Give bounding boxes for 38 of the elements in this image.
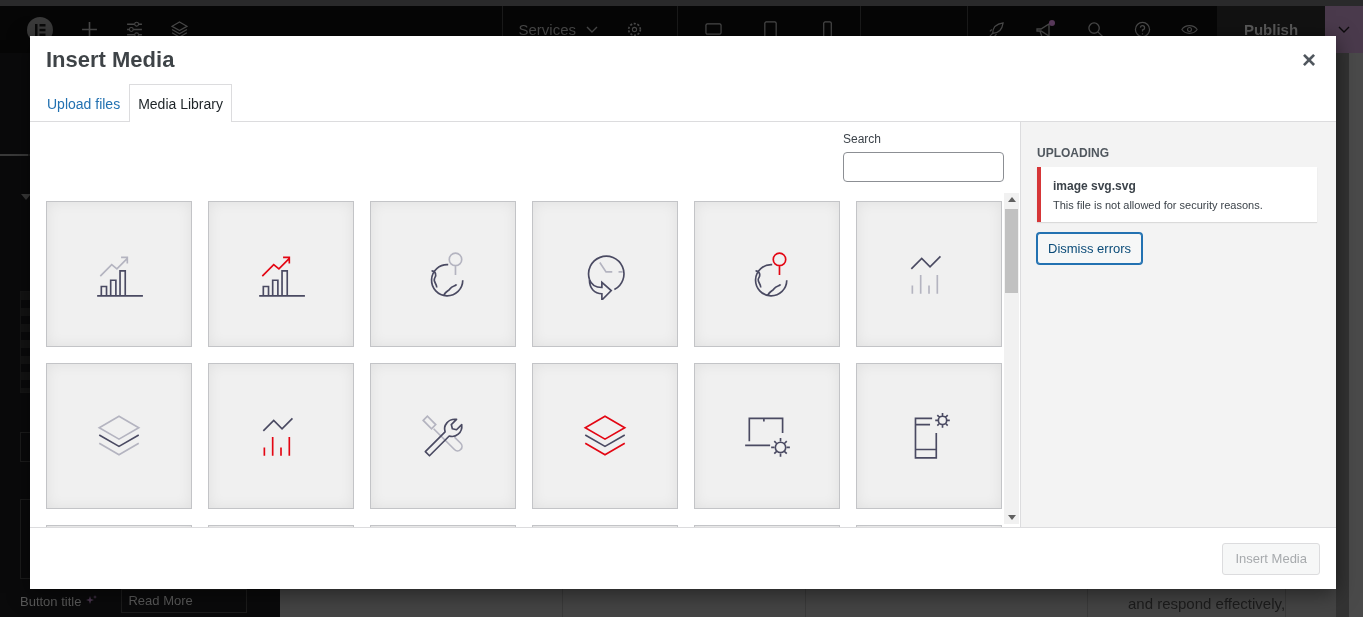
desktop-icon[interactable] (705, 21, 723, 38)
tab[interactable]: Media Library (129, 84, 232, 122)
search-field[interactable] (843, 152, 1004, 182)
search-icon[interactable] (1086, 21, 1104, 38)
file-name: image svg.svg (1053, 179, 1137, 193)
field-label: Button title (20, 593, 82, 609)
media-thumbnail[interactable] (370, 363, 516, 509)
layers-icon[interactable] (171, 21, 188, 38)
scroll-up-arrow-icon[interactable] (1007, 197, 1016, 202)
media-thumbnail[interactable] (208, 201, 354, 347)
caret-icon[interactable] (21, 194, 31, 200)
dialog-title: Insert Media (46, 47, 175, 73)
media-thumbnail[interactable] (694, 201, 840, 347)
plus-icon[interactable] (81, 21, 98, 38)
media-thumbnail[interactable] (694, 363, 840, 509)
error-message: This file is not allowed for security reasons. (1053, 199, 1264, 211)
media-thumbnail[interactable] (370, 201, 516, 347)
chevron-down-icon[interactable] (586, 25, 599, 34)
sliders-icon[interactable] (126, 21, 143, 38)
media-thumbnail[interactable] (46, 201, 192, 347)
tab[interactable]: Upload files (38, 85, 130, 122)
scroll-down-arrow-icon[interactable] (1007, 515, 1016, 520)
help-icon[interactable] (1133, 21, 1151, 38)
media-thumbnail[interactable] (856, 201, 1002, 347)
media-thumbnail[interactable] (208, 363, 354, 509)
media-thumbnail[interactable] (532, 201, 678, 347)
page-scrollbar[interactable] (1349, 53, 1363, 617)
settings-icon[interactable] (626, 21, 644, 38)
dismiss-errors-button[interactable]: Dismiss errors (1037, 233, 1143, 264)
rocket-icon[interactable] (987, 21, 1005, 38)
media-thumbnail[interactable] (46, 363, 192, 509)
scroll-thumb[interactable] (1005, 209, 1018, 293)
uploading-heading: UPLOADING (1037, 146, 1109, 160)
chevron-down-icon (1338, 25, 1351, 34)
scrollbar[interactable] (1004, 193, 1019, 524)
search-label: Search (843, 132, 883, 146)
media-thumbnail[interactable] (856, 363, 1002, 509)
media-thumbnail[interactable] (532, 363, 678, 509)
